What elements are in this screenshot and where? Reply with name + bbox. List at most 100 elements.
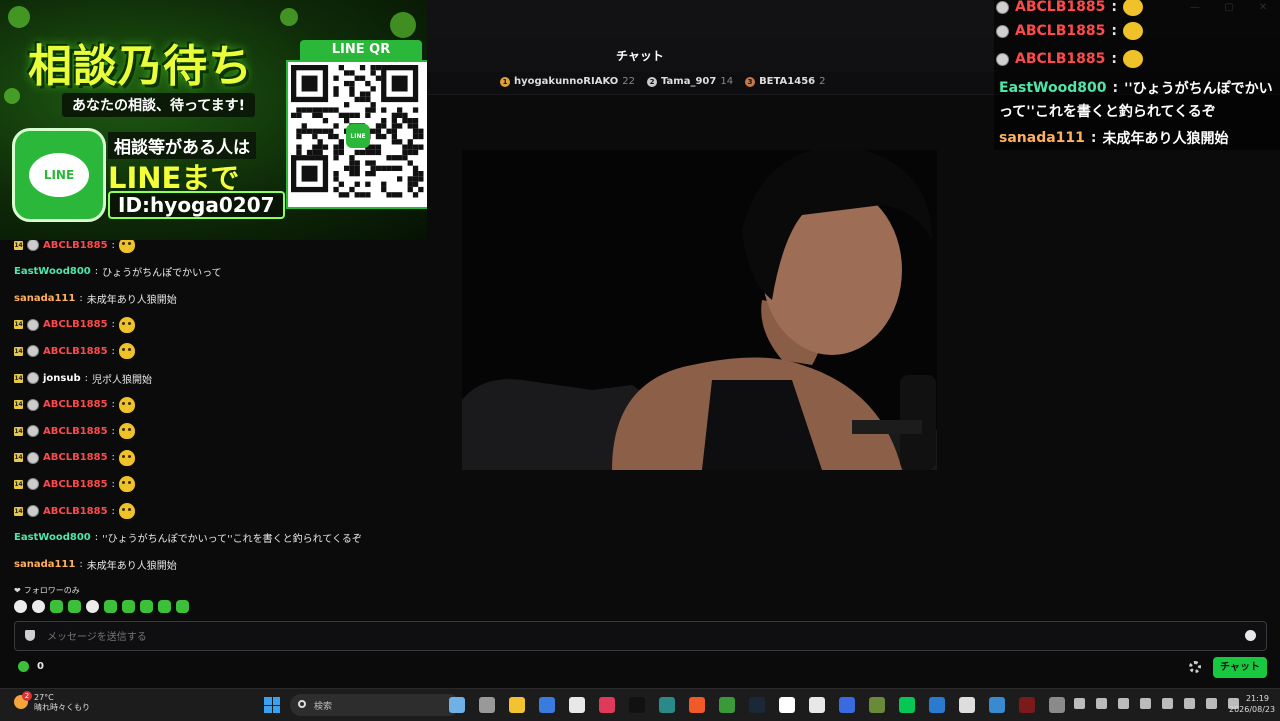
emote-button[interactable] bbox=[140, 600, 153, 613]
minecraft-icon[interactable] bbox=[869, 697, 885, 713]
emote-button[interactable] bbox=[50, 600, 63, 613]
microphone-icon[interactable] bbox=[1118, 698, 1129, 709]
windows-start-icon[interactable] bbox=[264, 697, 280, 713]
file-explorer-icon[interactable] bbox=[509, 697, 525, 713]
chat-username[interactable]: ABCLB1885 bbox=[43, 479, 108, 490]
chat-username[interactable]: ABCLB1885 bbox=[43, 319, 108, 330]
qr-line-logo-icon: LINE bbox=[346, 124, 370, 148]
subscriber-badge: 14 bbox=[14, 346, 23, 356]
obs-icon[interactable] bbox=[809, 697, 825, 713]
overlay-username: ABCLB1885 bbox=[1015, 23, 1106, 39]
overlay-username: ABCLB1885 bbox=[1015, 51, 1106, 67]
emote-button[interactable] bbox=[68, 600, 81, 613]
user-avatar bbox=[27, 318, 39, 331]
app-icon[interactable] bbox=[599, 697, 615, 713]
chat-username[interactable]: ABCLB1885 bbox=[43, 346, 108, 357]
unreal-icon[interactable] bbox=[959, 697, 975, 713]
chrome-icon[interactable] bbox=[569, 697, 585, 713]
app-icon[interactable] bbox=[719, 697, 735, 713]
ranking-item[interactable]: 2 Tama_907 14 bbox=[647, 76, 733, 87]
overlay-chat-message: ABCLB1885: bbox=[996, 50, 1143, 68]
taskbar: 2 27°C 晴れ時々くもり 検索 21:19 2026/08/23 bbox=[0, 688, 1280, 721]
taskbar-search[interactable]: 検索 bbox=[290, 694, 460, 716]
banner-title: 相談乃待ち bbox=[28, 41, 253, 92]
onedrive-icon[interactable] bbox=[1096, 698, 1107, 709]
ranking-count: 22 bbox=[622, 76, 635, 87]
settings-icon[interactable] bbox=[1049, 697, 1065, 713]
emote-button[interactable] bbox=[176, 600, 189, 613]
chat-message-input[interactable] bbox=[45, 628, 1229, 646]
chat-separator: : bbox=[111, 452, 115, 464]
brave-icon[interactable] bbox=[689, 697, 705, 713]
app-icon[interactable] bbox=[989, 697, 1005, 713]
clock-date: 2026/08/23 bbox=[1229, 705, 1276, 714]
follower-only-indicator: ❤ フォロワーのみ bbox=[14, 586, 80, 595]
app-icon[interactable] bbox=[1019, 697, 1035, 713]
overlay-chat-message: EastWood800: ''ひょうがちんぽでかい bbox=[999, 78, 1273, 98]
app-tray-icon[interactable] bbox=[1162, 698, 1173, 709]
chat-separator: : bbox=[111, 319, 115, 331]
chat-message: sanada111: 未成年あり人狼開始 bbox=[14, 555, 177, 573]
chat-username[interactable]: EastWood800 bbox=[14, 266, 91, 277]
chat-separator: : bbox=[111, 505, 115, 517]
emote-button[interactable] bbox=[86, 600, 99, 613]
emote-bar bbox=[14, 600, 189, 613]
chick-emote-icon bbox=[118, 316, 135, 333]
send-chat-button[interactable]: チャット bbox=[1213, 657, 1267, 678]
app-icon[interactable] bbox=[779, 697, 795, 713]
weather-widget[interactable]: 2 27°C 晴れ時々くもり bbox=[14, 691, 90, 713]
streamer-figure bbox=[462, 150, 937, 470]
ranking-item[interactable]: 3 BETA1456 2 bbox=[745, 76, 826, 87]
overlay-separator: : bbox=[1090, 130, 1097, 146]
ranking-item[interactable]: 1 hyogakunnoRIAKO 22 bbox=[500, 76, 635, 87]
chat-settings-gear-icon[interactable] bbox=[1189, 661, 1201, 673]
landscape-icon[interactable] bbox=[449, 697, 465, 713]
chat-username[interactable]: ABCLB1885 bbox=[43, 240, 108, 251]
chat-username[interactable]: EastWood800 bbox=[14, 532, 91, 543]
chat-message-text: ''ひょうがちんぽでかいって''これを書くと釣られてくるぞ bbox=[102, 534, 362, 546]
points-value: 0 bbox=[37, 661, 44, 672]
qr-label: LINE QR bbox=[300, 40, 422, 60]
emote-button[interactable] bbox=[14, 600, 27, 613]
user-avatar bbox=[996, 52, 1009, 66]
emote-button[interactable] bbox=[104, 600, 117, 613]
shield-icon bbox=[25, 630, 35, 641]
ranking-username: hyogakunnoRIAKO bbox=[514, 76, 619, 87]
channel-points[interactable]: 0 bbox=[18, 661, 44, 672]
emote-button[interactable] bbox=[158, 600, 171, 613]
chat-username[interactable]: sanada111 bbox=[14, 293, 75, 304]
app-icon[interactable] bbox=[659, 697, 675, 713]
chat-username[interactable]: ABCLB1885 bbox=[43, 426, 108, 437]
chat-message: 14 ABCLB1885: bbox=[14, 316, 135, 334]
task-view-icon[interactable] bbox=[479, 697, 495, 713]
chat-username[interactable]: sanada111 bbox=[14, 559, 75, 570]
system-clock[interactable]: 21:19 2026/08/23 bbox=[1229, 693, 1276, 715]
network-icon[interactable] bbox=[1140, 698, 1151, 709]
chick-emote-icon bbox=[1122, 0, 1143, 16]
overlay-separator: : bbox=[1111, 0, 1117, 15]
chat-username[interactable]: ABCLB1885 bbox=[43, 506, 108, 517]
chat-username[interactable]: ABCLB1885 bbox=[43, 399, 108, 410]
chevron-up-icon[interactable] bbox=[1074, 698, 1085, 709]
tiktok-icon[interactable] bbox=[629, 697, 645, 713]
chat-input-box[interactable] bbox=[14, 621, 1267, 651]
chat-username[interactable]: ABCLB1885 bbox=[43, 452, 108, 463]
app-icon[interactable] bbox=[929, 697, 945, 713]
subscriber-badge: 14 bbox=[14, 506, 23, 516]
app-icon[interactable] bbox=[839, 697, 855, 713]
emote-button[interactable] bbox=[122, 600, 135, 613]
chat-username[interactable]: jonsub bbox=[43, 373, 81, 384]
steam-icon[interactable] bbox=[749, 697, 765, 713]
sparkle-decoration bbox=[280, 8, 298, 26]
emoji-picker-icon[interactable] bbox=[1245, 630, 1256, 641]
wifi-icon[interactable] bbox=[1206, 698, 1217, 709]
emote-button[interactable] bbox=[32, 600, 45, 613]
user-avatar bbox=[27, 398, 39, 411]
line-contact-banner: 相談乃待ち あなたの相談、待ってます! LINE 相談等がある人は LINEまで… bbox=[0, 0, 427, 240]
chat-message: 14 ABCLB1885: bbox=[14, 475, 135, 493]
user-avatar bbox=[27, 451, 39, 464]
display-icon[interactable] bbox=[1184, 698, 1195, 709]
notification-badge: 2 bbox=[22, 691, 32, 701]
app-icon[interactable] bbox=[539, 697, 555, 713]
line-icon[interactable] bbox=[899, 697, 915, 713]
